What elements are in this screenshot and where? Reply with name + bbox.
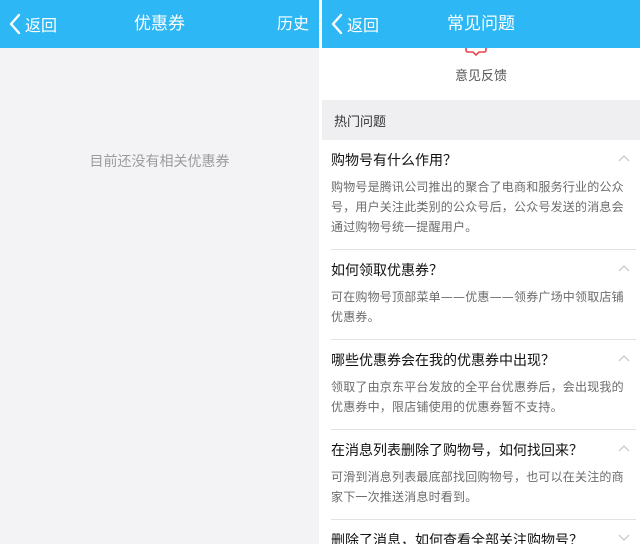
- back-button[interactable]: 返回: [330, 0, 379, 48]
- back-label: 返回: [347, 16, 380, 35]
- back-button[interactable]: 返回: [8, 0, 57, 48]
- faq-question[interactable]: 如何领取优惠券？: [331, 250, 636, 287]
- chevron-up-icon[interactable]: [618, 154, 630, 162]
- faq-item: 如何领取优惠券？ 可在购物号顶部菜单——优惠——领券广场中领取店铺优惠券。: [331, 250, 636, 340]
- history-button[interactable]: 历史: [277, 0, 309, 48]
- navbar: 返回 优惠券 历史: [0, 0, 319, 48]
- chevron-down-icon[interactable]: [618, 534, 630, 542]
- faq-list: 购物号有什么作用？ 购物号是腾讯公司推出的聚合了电商和服务行业的公众号，用户关注…: [322, 140, 640, 544]
- faq-answer: 领取了由京东平台发放的全平台优惠券后，会出现我的优惠券中，限店铺使用的优惠券暂不…: [331, 380, 624, 414]
- chevron-up-icon[interactable]: [618, 264, 630, 272]
- chevron-up-icon[interactable]: [618, 444, 630, 452]
- faq-question[interactable]: 哪些优惠券会在我的优惠券中出现？: [331, 340, 636, 377]
- feedback-entry[interactable]: 意见反馈: [322, 47, 640, 100]
- faq-question[interactable]: 删除了消息，如何查看全部关注购物号？: [331, 520, 636, 544]
- chevron-left-icon: [331, 13, 343, 35]
- faq-answer: 可在购物号顶部菜单——优惠——领券广场中领取店铺优惠券。: [331, 290, 624, 324]
- faq-item: 删除了消息，如何查看全部关注购物号？: [331, 520, 636, 544]
- back-label: 返回: [25, 16, 58, 35]
- faq-answer: 购物号是腾讯公司推出的聚合了电商和服务行业的公众号，用户关注此类别的公众号后，公…: [331, 180, 624, 234]
- faq-question[interactable]: 购物号有什么作用？: [331, 140, 636, 177]
- faq-screen: 意见反馈 返回 常见问题 热门问题 购物号有什么作用？ 购物号是腾讯公司推出的聚…: [322, 0, 640, 544]
- faq-item: 在消息列表删除了购物号，如何找回来？ 可滑到消息列表最底部找回购物号，也可以在关…: [331, 430, 636, 520]
- empty-state-message: 目前还没有相关优惠券: [89, 154, 230, 170]
- faq-answer: 可滑到消息列表最底部找回购物号，也可以在关注的商家下一次推送消息时看到。: [331, 470, 624, 504]
- faq-question[interactable]: 在消息列表删除了购物号，如何找回来？: [331, 430, 636, 467]
- navbar: 返回 常见问题: [322, 0, 640, 48]
- faq-item: 哪些优惠券会在我的优惠券中出现？ 领取了由京东平台发放的全平台优惠券后，会出现我…: [331, 340, 636, 430]
- faq-item: 购物号有什么作用？ 购物号是腾讯公司推出的聚合了电商和服务行业的公众号，用户关注…: [331, 140, 636, 250]
- chevron-up-icon[interactable]: [618, 354, 630, 362]
- feedback-label: 意见反馈: [454, 69, 507, 84]
- section-header: 热门问题: [322, 100, 640, 140]
- feedback-icon: [465, 47, 487, 57]
- coupon-screen: 返回 优惠券 历史 目前还没有相关优惠券: [0, 0, 319, 544]
- chevron-left-icon: [9, 13, 21, 35]
